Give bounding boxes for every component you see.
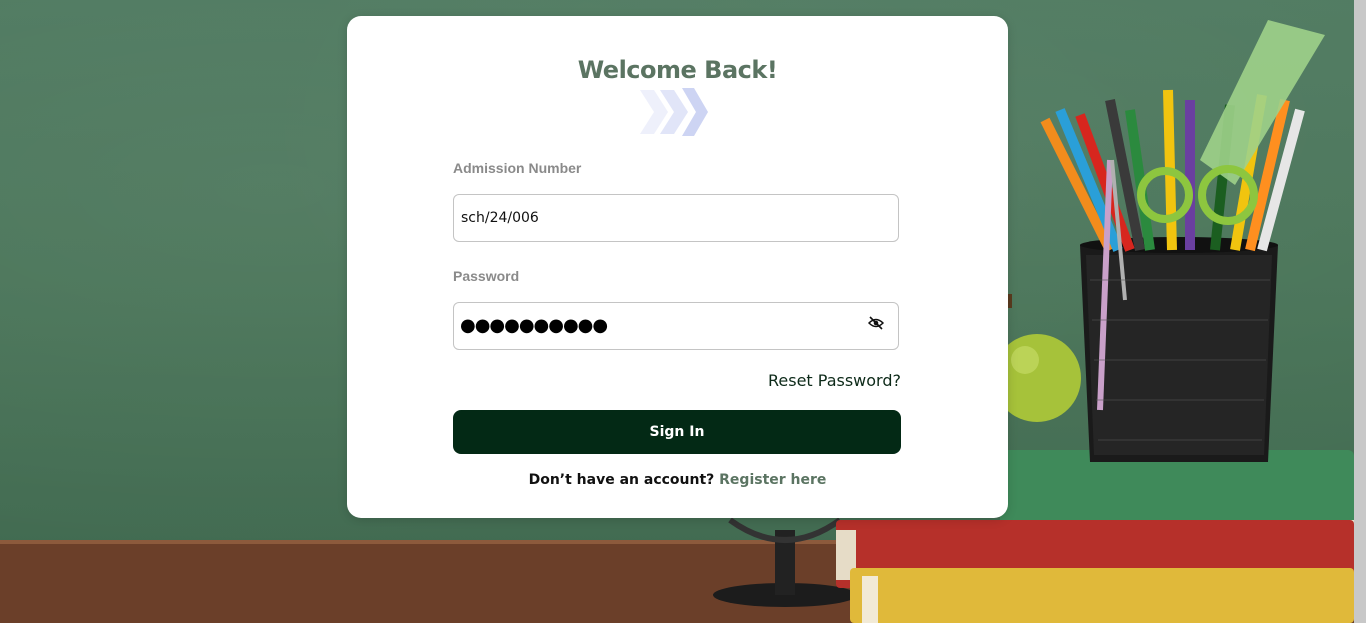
admission-number-label: Admission Number (453, 160, 582, 176)
chevron-arrows-logo-icon (640, 88, 708, 136)
login-page: Welcome Back! Admission Number sch/24/00… (0, 0, 1366, 623)
reset-password-link[interactable]: Reset Password? (768, 371, 901, 390)
login-card: Welcome Back! Admission Number sch/24/00… (347, 16, 1008, 518)
password-label: Password (453, 268, 520, 284)
admission-number-value: sch/24/006 (461, 210, 539, 226)
admission-number-input[interactable]: sch/24/006 (453, 194, 899, 242)
register-prompt-line: Don’t have an account? Register here (347, 472, 1008, 488)
register-here-link[interactable]: Register here (719, 472, 826, 488)
register-prompt-text: Don’t have an account? (528, 472, 715, 488)
welcome-title: Welcome Back! (577, 56, 778, 84)
sign-in-button[interactable]: Sign In (453, 410, 901, 454)
password-input[interactable]: ●●●●●●●●●● (453, 302, 899, 350)
eye-slash-icon[interactable] (868, 315, 884, 331)
page-scrollbar[interactable] (1354, 0, 1366, 623)
password-masked-value: ●●●●●●●●●● (460, 315, 608, 336)
